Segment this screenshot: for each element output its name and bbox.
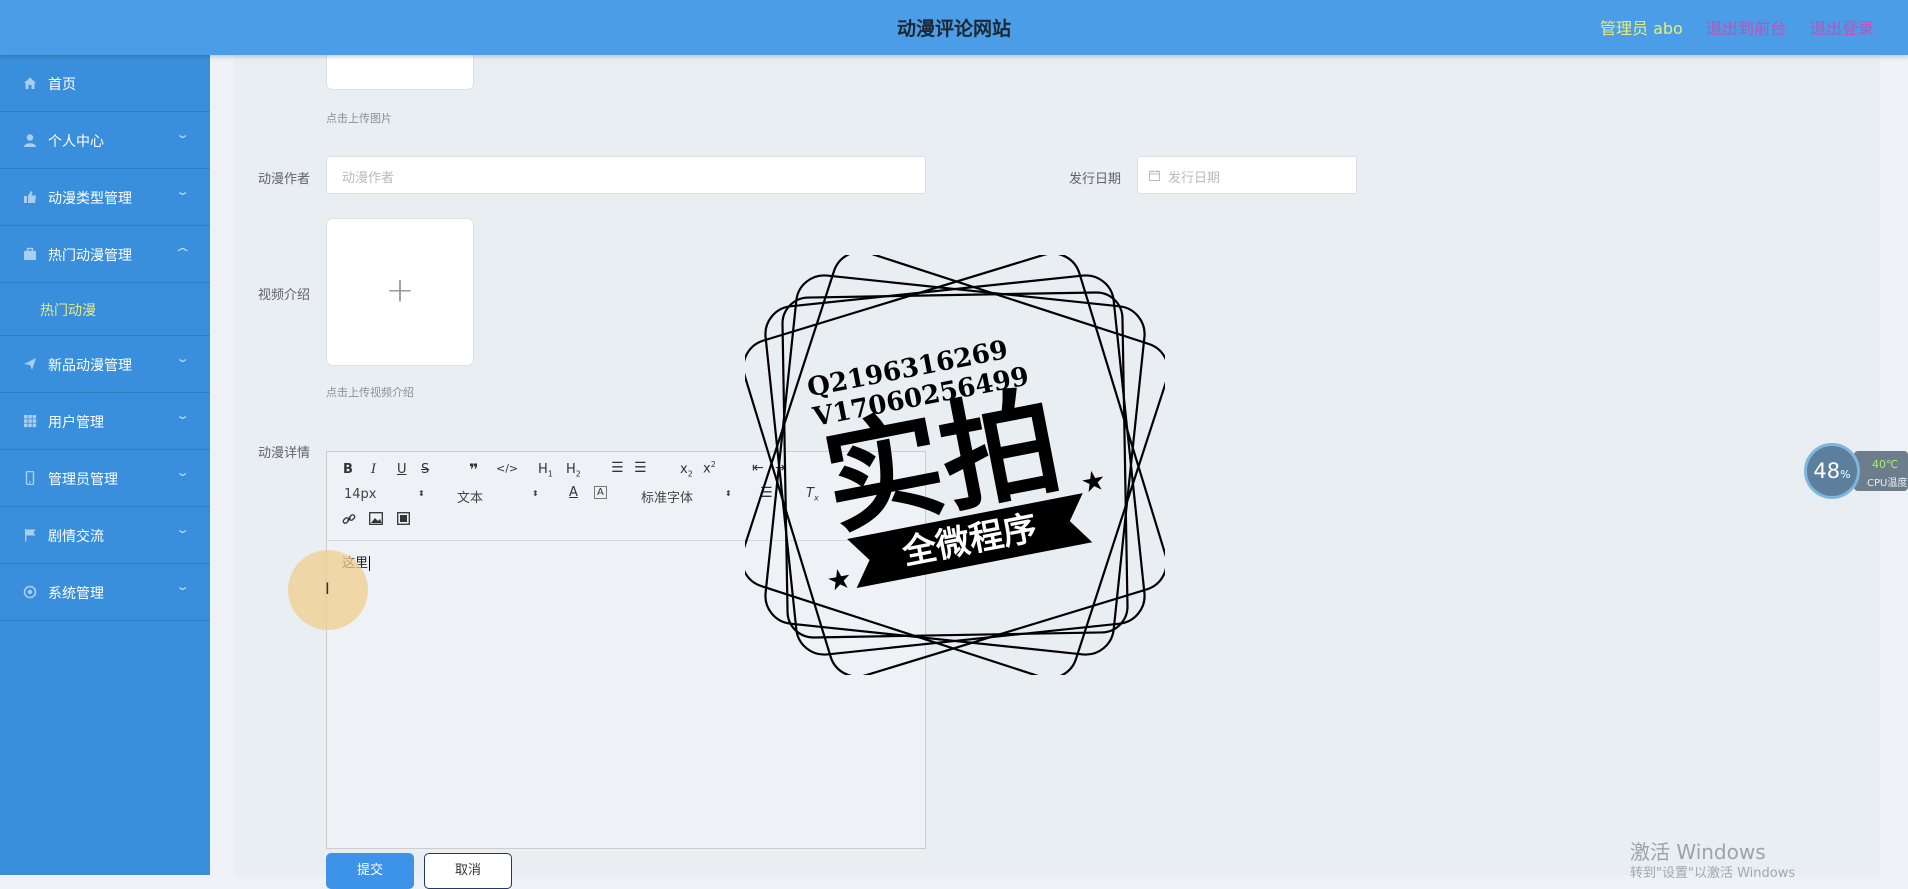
video-upload-hint: 点击上传视频介绍: [326, 386, 414, 399]
sidebar-item-users[interactable]: 用户管理 ⌄: [0, 393, 210, 450]
select-arrow-icon: ⬍: [725, 489, 732, 498]
video-upload-box[interactable]: +: [326, 218, 474, 366]
font-size-select[interactable]: 14px ⬍: [344, 487, 425, 502]
sidebar-item-hot-anime[interactable]: 热门动漫管理 ^: [0, 226, 210, 283]
cpu-temperature-caption: CPU温度: [1867, 478, 1908, 489]
underline-icon[interactable]: U: [397, 462, 407, 477]
chevron-down-icon: ⌄: [175, 409, 190, 422]
sidebar-item-label: 首页: [48, 77, 76, 93]
grid-icon: [24, 415, 37, 428]
image-icon[interactable]: [369, 512, 383, 525]
chevron-down-icon: ⌄: [175, 128, 190, 141]
settings-icon: [23, 585, 37, 599]
current-user: 管理员 abo: [1600, 19, 1683, 38]
exit-to-front-link[interactable]: 退出到前台: [1706, 15, 1786, 39]
sidebar-item-label: 用户管理: [48, 415, 104, 431]
windows-activation-subtitle: 转到"设置"以激活 Windows: [1630, 866, 1796, 881]
cpu-monitor-widget: 48% 40℃ CPU温度: [1804, 443, 1908, 503]
font-family-select[interactable]: 标准字体 ⬍: [641, 487, 732, 506]
home-icon: [24, 77, 36, 89]
chevron-down-icon: ⌄: [175, 185, 190, 198]
font-family-value: 标准字体: [641, 491, 694, 506]
windows-activation-title: 激活 Windows: [1630, 840, 1766, 864]
sidebar-item-new-anime[interactable]: 新品动漫管理 ⌄: [0, 336, 210, 393]
plane-icon: [24, 358, 36, 370]
text-cursor-icon: Ⅰ: [325, 579, 330, 598]
select-arrow-icon: ⬍: [532, 489, 539, 498]
thumb-icon: [24, 191, 36, 203]
author-input[interactable]: 动漫作者: [326, 156, 926, 194]
ordered-list-icon[interactable]: ☰: [611, 460, 624, 476]
blockquote-icon[interactable]: ❞: [469, 460, 478, 479]
sidebar-item-plot-discussion[interactable]: 剧情交流 ⌄: [0, 507, 210, 564]
heading1-icon[interactable]: H1: [538, 462, 553, 479]
cpu-temperature: 40℃: [1872, 458, 1899, 471]
star-icon: ★: [1078, 463, 1109, 500]
sidebar-item-label: 剧情交流: [48, 529, 104, 545]
italic-icon[interactable]: I: [371, 462, 376, 477]
chevron-down-icon: ⌄: [175, 580, 190, 593]
briefcase-icon: [24, 247, 36, 260]
image-upload-hint: 点击上传图片: [326, 112, 392, 125]
detail-label: 动漫详情: [258, 446, 311, 461]
video-icon[interactable]: [397, 512, 410, 525]
cpu-percent: 48: [1813, 459, 1841, 483]
sidebar-subitem-label: 热门动漫: [40, 303, 96, 319]
phone-icon: [25, 471, 35, 485]
sidebar-item-label: 热门动漫管理: [48, 248, 132, 264]
logout-link[interactable]: 退出登录: [1810, 15, 1874, 39]
sidebar-item-label: 管理员管理: [48, 472, 118, 488]
bold-icon[interactable]: B: [343, 462, 353, 477]
sidebar-item-label: 系统管理: [48, 586, 104, 602]
font-size-value: 14px: [344, 487, 377, 502]
plus-icon: +: [385, 270, 415, 311]
cancel-button[interactable]: 取消: [424, 853, 512, 889]
chevron-up-icon: ^: [175, 246, 190, 259]
bullet-list-icon[interactable]: ☰: [634, 460, 647, 476]
sidebar-subitem-hot-anime[interactable]: 热门动漫: [0, 283, 210, 336]
link-icon[interactable]: [342, 512, 356, 526]
sidebar-item-label: 个人中心: [48, 134, 104, 150]
sidebar-item-label: 动漫类型管理: [48, 191, 132, 207]
cpu-usage-ring: 48%: [1804, 443, 1860, 499]
font-color-icon[interactable]: A: [569, 485, 578, 500]
text-caret: [369, 556, 371, 571]
release-date-placeholder: 发行日期: [1168, 171, 1221, 186]
release-date-label: 发行日期: [1069, 172, 1122, 187]
chevron-down-icon: ⌄: [175, 352, 190, 365]
sidebar-item-home[interactable]: 首页: [0, 55, 210, 112]
superscript-icon[interactable]: x2: [703, 460, 716, 476]
block-format-value: 文本: [457, 491, 484, 506]
user-icon: [24, 134, 36, 147]
sidebar: 首页 个人中心 ⌄ 动漫类型管理 ⌄ 热门动漫管理 ^ 热门动漫 新品动漫管理 …: [0, 55, 210, 875]
video-label: 视频介绍: [258, 288, 311, 303]
author-label: 动漫作者: [258, 172, 311, 187]
calendar-icon: [1149, 170, 1160, 181]
sidebar-item-anime-types[interactable]: 动漫类型管理 ⌄: [0, 169, 210, 226]
code-icon[interactable]: </>: [496, 462, 518, 475]
cpu-percent-unit: %: [1840, 468, 1851, 481]
subscript-icon[interactable]: x2: [680, 462, 693, 479]
heading2-icon[interactable]: H2: [566, 462, 581, 479]
top-header: 动漫评论网站 管理员 abo 退出到前台 退出登录: [0, 0, 1908, 55]
select-arrow-icon: ⬍: [418, 489, 425, 498]
release-date-input[interactable]: 发行日期: [1137, 156, 1357, 194]
sidebar-item-label: 新品动漫管理: [48, 358, 132, 374]
submit-button[interactable]: 提交: [326, 853, 414, 889]
flag-icon: [25, 529, 36, 542]
block-format-select[interactable]: 文本 ⬍: [457, 487, 539, 506]
sidebar-item-admins[interactable]: 管理员管理 ⌄: [0, 450, 210, 507]
sidebar-item-system[interactable]: 系统管理 ⌄: [0, 564, 210, 621]
chevron-down-icon: ⌄: [175, 523, 190, 536]
background-color-icon[interactable]: A: [594, 486, 607, 499]
chevron-down-icon: ⌄: [175, 466, 190, 479]
strikethrough-icon[interactable]: S: [421, 462, 429, 477]
watermark-stamp: Q2196316269 V17060256499 实拍 全微程序 ★ ★: [745, 255, 1165, 675]
sidebar-item-profile[interactable]: 个人中心 ⌄: [0, 112, 210, 169]
star-icon: ★: [824, 561, 855, 598]
